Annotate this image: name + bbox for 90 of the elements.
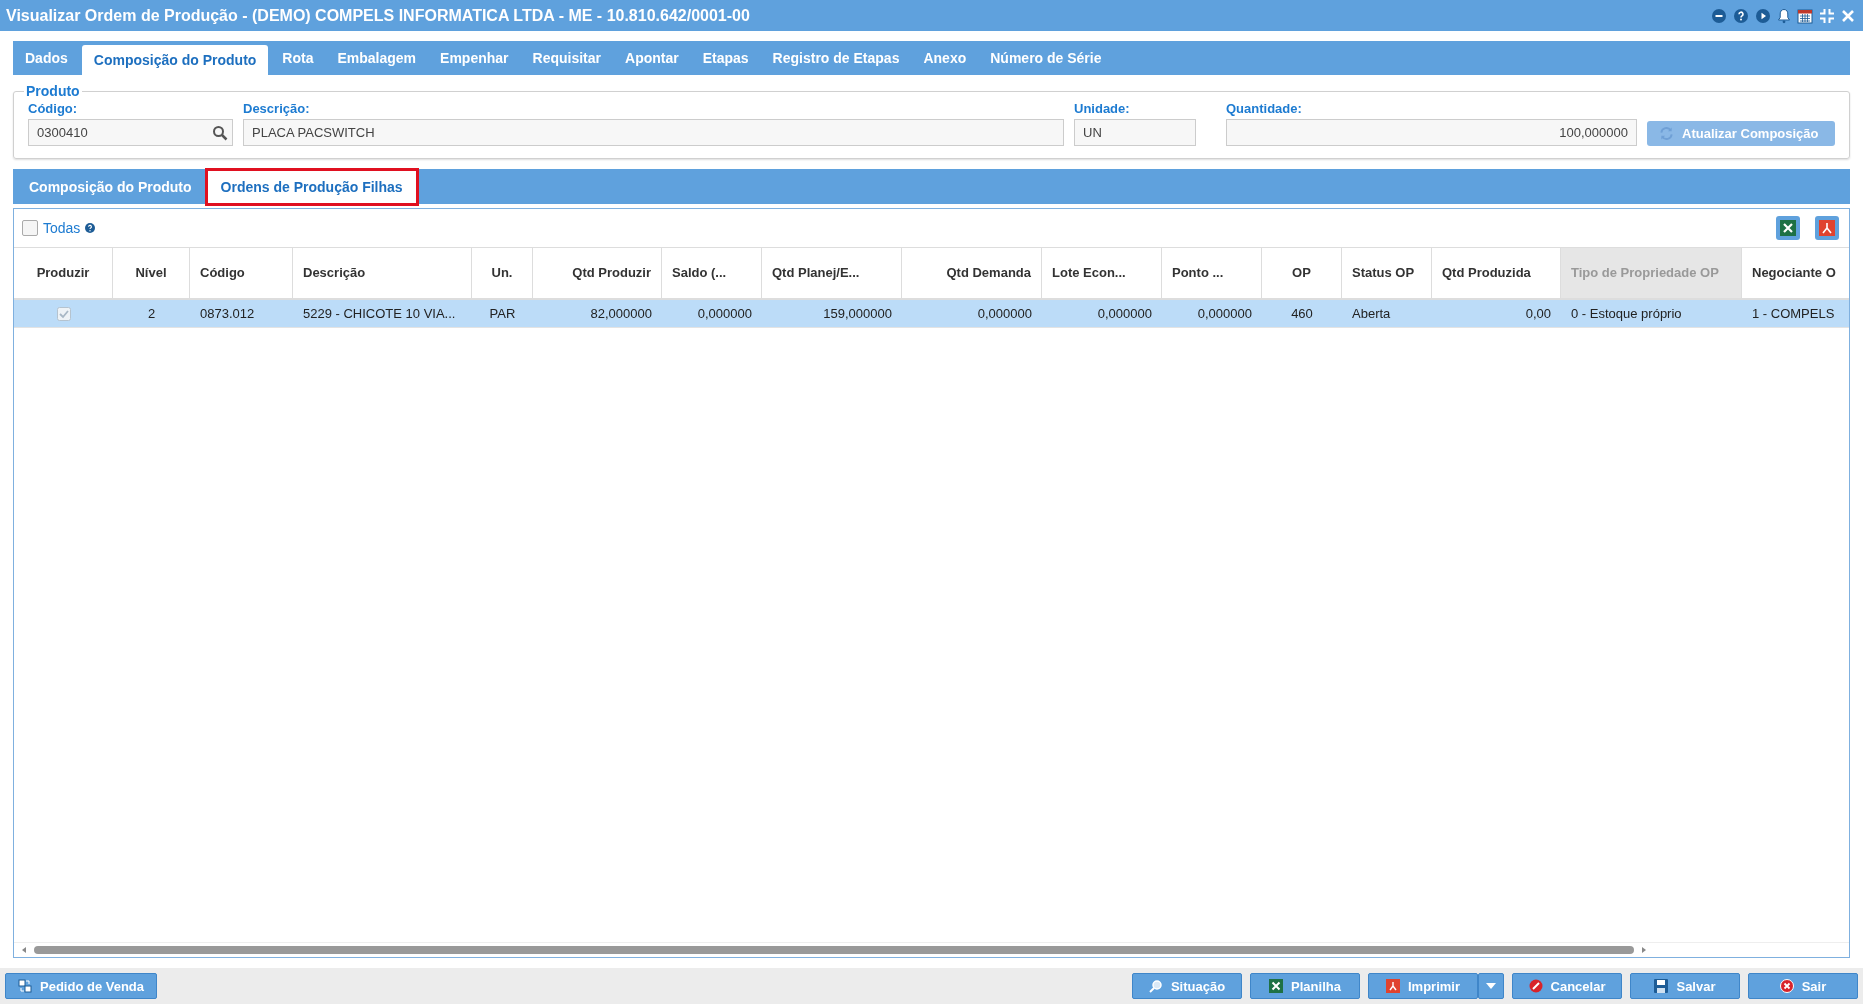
- field-label: Quantidade:: [1226, 101, 1303, 116]
- close-icon: [1779, 979, 1794, 993]
- select-all-label: Todas: [43, 220, 81, 236]
- tab[interactable]: Rota: [270, 41, 326, 75]
- window-title: Visualizar Ordem de Produção - (DEMO) COMPELS INFORMATICA LTDA - ME - 10.810.642/0001-00: [6, 6, 750, 25]
- field-label: Descrição:: [243, 101, 311, 116]
- tab[interactable]: Etapas: [690, 41, 761, 75]
- field-value: 0300410: [37, 125, 88, 140]
- close-icon[interactable]: [1841, 8, 1855, 23]
- table-cell: 0,00: [1525, 306, 1551, 321]
- tab[interactable]: Número de Série: [978, 41, 1114, 75]
- column-header[interactable]: Qtd Planej/E...: [762, 248, 902, 298]
- save-button[interactable]: Salvar: [1630, 973, 1740, 999]
- description-field[interactable]: PLACA PACSWITCH: [243, 119, 1064, 146]
- column-header[interactable]: Negociante O: [1742, 248, 1849, 298]
- help-icon[interactable]: [85, 223, 96, 233]
- scroll-left-icon[interactable]: [20, 946, 28, 954]
- column-header[interactable]: Qtd Demanda: [902, 248, 1042, 298]
- print-button[interactable]: Imprimir: [1368, 973, 1478, 999]
- table-cell: Aberta: [1352, 306, 1391, 321]
- panel-legend: Produto: [24, 83, 82, 99]
- tab[interactable]: Empenhar: [428, 41, 521, 75]
- tab[interactable]: Anexo: [911, 41, 979, 75]
- search-icon: [1148, 979, 1163, 993]
- tab[interactable]: Registro de Etapas: [760, 41, 912, 75]
- play-icon[interactable]: [1755, 7, 1771, 24]
- table-cell: 82,000000: [590, 306, 652, 321]
- dropdown-button[interactable]: [1478, 973, 1504, 999]
- field-value: 100,000000: [1559, 125, 1628, 140]
- table-cell: 0,000000: [977, 306, 1032, 321]
- tab[interactable]: Dados: [13, 41, 80, 75]
- minus-circle-icon[interactable]: [1711, 7, 1727, 24]
- column-header[interactable]: Descrição: [293, 248, 472, 298]
- column-header[interactable]: Código: [190, 248, 293, 298]
- caret-icon: [1486, 983, 1496, 989]
- pdf-export-button[interactable]: [1815, 216, 1839, 240]
- column-header[interactable]: Qtd Produzir: [533, 248, 662, 298]
- tab[interactable]: Apontar: [613, 41, 691, 75]
- table-cell: 159,000000: [823, 306, 892, 321]
- column-header[interactable]: Nível: [113, 248, 190, 298]
- checkbox[interactable]: [56, 306, 71, 321]
- quantity-field[interactable]: 100,000000: [1226, 119, 1637, 146]
- column-header[interactable]: Un.: [472, 248, 533, 298]
- sales-order-button[interactable]: Pedido de Venda: [5, 973, 158, 999]
- status-button[interactable]: Situação: [1132, 973, 1242, 999]
- column-header[interactable]: Status OP: [1342, 248, 1432, 298]
- pdf-icon: [1386, 979, 1400, 993]
- search-icon[interactable]: [212, 124, 228, 141]
- help-icon[interactable]: [1733, 7, 1749, 24]
- table-cell: 460: [1291, 306, 1313, 321]
- column-header[interactable]: Saldo (...: [662, 248, 762, 298]
- excel-export-button[interactable]: [1776, 216, 1800, 240]
- table-cell: 0,000000: [1197, 306, 1252, 321]
- column-header[interactable]: Lote Econ...: [1042, 248, 1162, 298]
- table-cell: 5229 - CHICOTE 10 VIA...: [303, 306, 456, 321]
- field-value: PLACA PACSWITCH: [252, 125, 375, 140]
- tab[interactable]: Embalagem: [325, 41, 429, 75]
- tab[interactable]: Composição do Produto: [16, 169, 205, 204]
- field-value: UN: [1083, 125, 1102, 140]
- save-icon: [1654, 979, 1669, 993]
- horizontal-scrollbar[interactable]: [14, 942, 1849, 957]
- refresh-icon: [1659, 126, 1674, 141]
- field-label: Código:: [28, 101, 79, 116]
- tab[interactable]: Requisitar: [520, 41, 613, 75]
- scroll-right-icon[interactable]: [1640, 946, 1648, 954]
- calendar-icon[interactable]: [1797, 7, 1813, 24]
- spreadsheet-icon: [1269, 979, 1284, 993]
- table-cell: 0,000000: [1097, 306, 1152, 321]
- spreadsheet-button[interactable]: Planilha: [1250, 973, 1360, 999]
- bell-icon[interactable]: [1777, 7, 1791, 24]
- cancel-icon: [1528, 979, 1543, 993]
- code-field[interactable]: 0300410: [28, 119, 233, 146]
- field-label: Unidade:: [1074, 101, 1131, 116]
- checkbox[interactable]: [22, 220, 38, 236]
- column-header[interactable]: Ponto ...: [1162, 248, 1262, 298]
- table-cell: 1 - COMPELS: [1752, 306, 1835, 321]
- unit-field[interactable]: UN: [1074, 119, 1196, 146]
- cancel-button[interactable]: Cancelar: [1512, 973, 1622, 999]
- column-header[interactable]: OP: [1262, 248, 1342, 298]
- table-cell: 0,000000: [697, 306, 752, 321]
- tab[interactable]: Ordens de Produção Filhas: [204, 168, 419, 206]
- column-header[interactable]: Produzir: [14, 248, 113, 298]
- collapse-icon[interactable]: [1819, 7, 1835, 24]
- tab[interactable]: Composição do Produto: [81, 45, 269, 75]
- exit-button[interactable]: Sair: [1748, 973, 1858, 999]
- table-cell: PAR: [489, 306, 516, 321]
- table-cell: 0 - Estoque próprio: [1571, 306, 1682, 321]
- table-cell: 0873.012: [200, 306, 255, 321]
- table-row[interactable]: 2 0873.012 5229 - CHICOTE 10 VIA... PAR 82,000000 0,000000 159,000000 0,000000 0,000000 0,000000 460 Aberta 0,00 0 - Estoque próprio 1 - COMPELS: [14, 300, 1849, 328]
- table-cell: 2: [147, 306, 156, 321]
